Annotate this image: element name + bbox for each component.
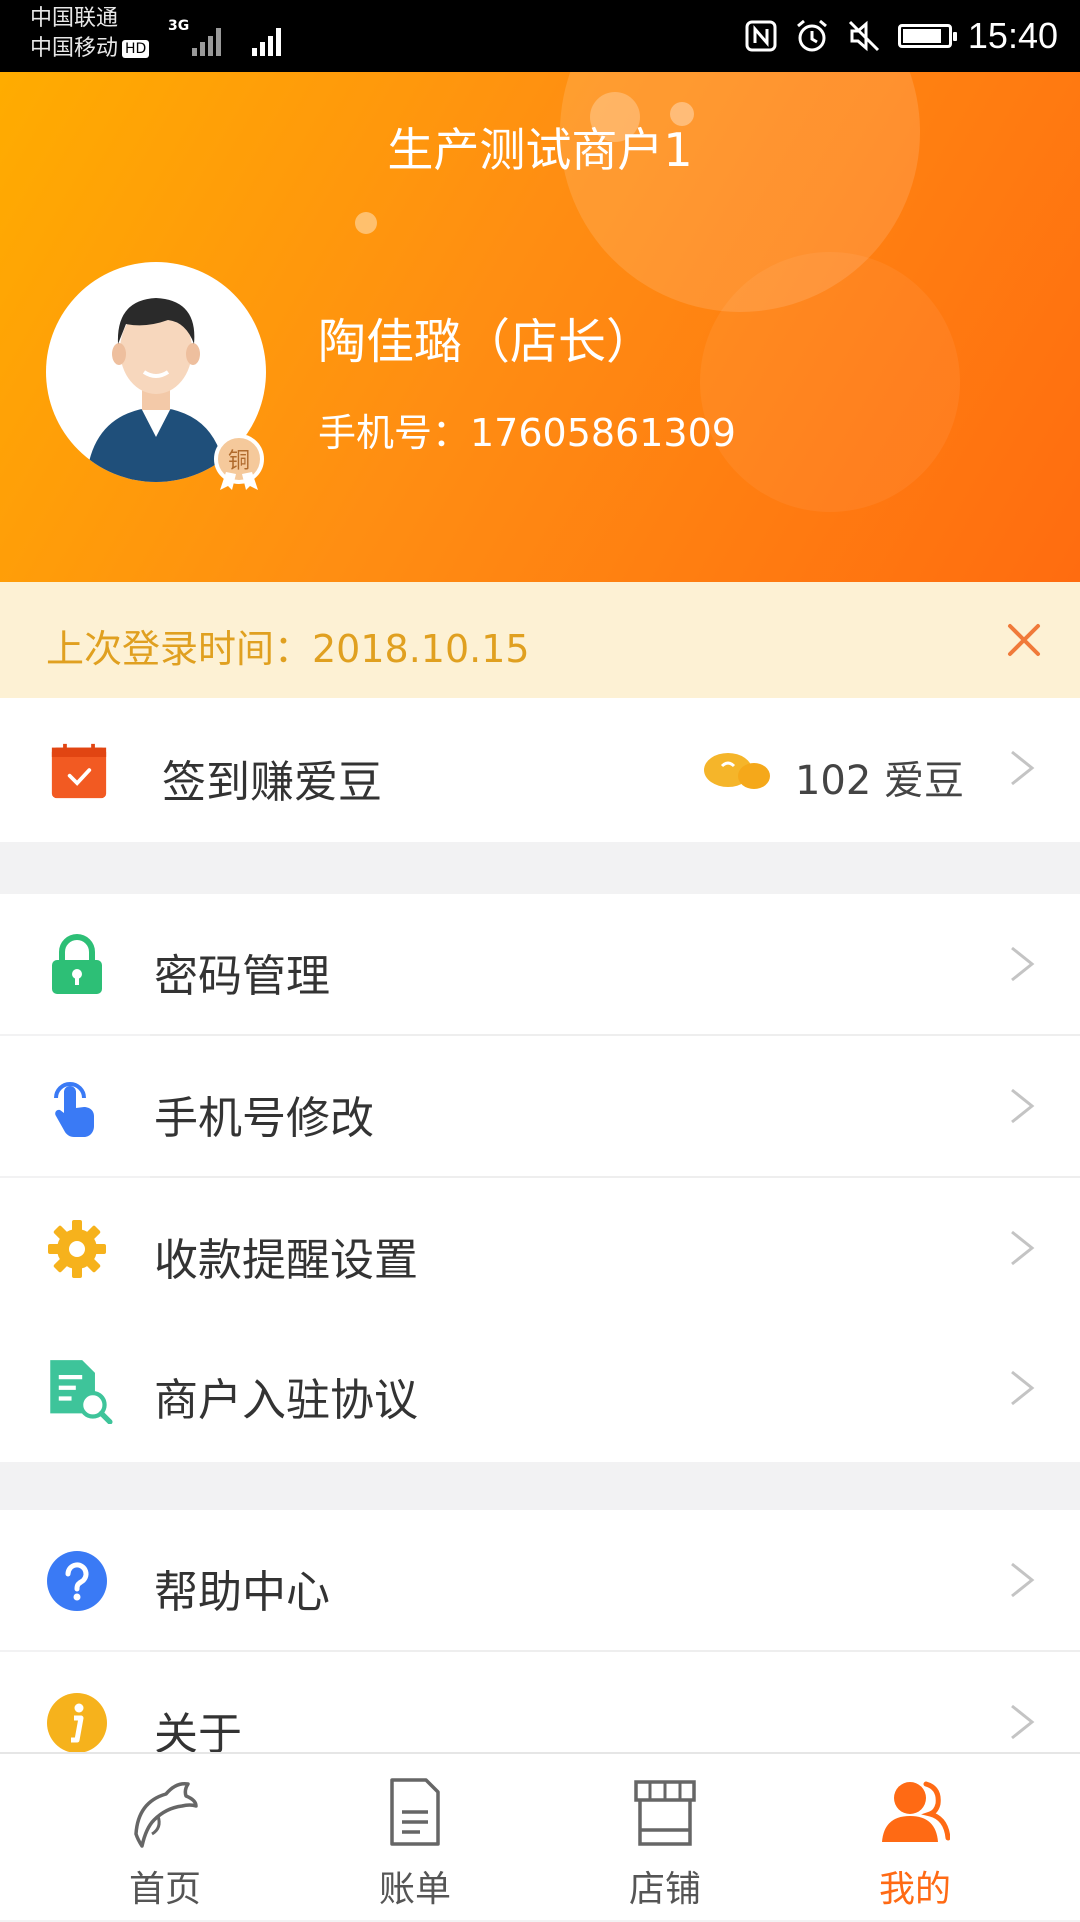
clock: 15:40 bbox=[967, 15, 1058, 56]
tab-label: 店铺 bbox=[628, 1869, 701, 1910]
ribbon-icon bbox=[220, 472, 258, 490]
chevron-right-icon bbox=[1011, 1088, 1035, 1124]
last-login-notice: 上次登录时间：2018.10.15 bbox=[0, 582, 1080, 698]
store-icon bbox=[634, 1780, 696, 1846]
menu-label: 密码管理 bbox=[154, 951, 330, 1002]
mute-icon bbox=[848, 20, 879, 52]
close-icon[interactable] bbox=[1004, 620, 1044, 660]
beans-count: 102 爱豆 bbox=[794, 758, 964, 804]
beans-icon bbox=[704, 753, 770, 789]
signal-icon-1: 3G bbox=[168, 16, 228, 56]
carrier-1: 中国联通 bbox=[30, 6, 119, 31]
menu-item-about[interactable]: 关于 bbox=[0, 1652, 1080, 1752]
menu-label: 关于 bbox=[154, 1709, 242, 1752]
nfc-icon bbox=[745, 20, 777, 52]
document-search-icon bbox=[50, 1360, 113, 1424]
signin-label: 签到赚爱豆 bbox=[162, 757, 382, 808]
user-phone: 手机号：17605861309 bbox=[318, 411, 736, 455]
menu-label: 手机号修改 bbox=[154, 1093, 374, 1144]
chevron-right-icon bbox=[1011, 1562, 1035, 1598]
users-icon bbox=[882, 1781, 950, 1842]
battery-icon bbox=[897, 24, 957, 48]
chevron-right-icon bbox=[1011, 750, 1035, 786]
menu-label: 帮助中心 bbox=[154, 1567, 330, 1618]
tab-label: 账单 bbox=[378, 1869, 451, 1910]
tab-bill[interactable]: 账单 bbox=[280, 1754, 550, 1922]
lock-icon bbox=[52, 934, 102, 994]
touch-hand-icon bbox=[54, 1082, 94, 1137]
menu-item-payment-reminder[interactable]: 收款提醒设置 bbox=[0, 1178, 1080, 1318]
carrier-info: 中国联通 中国移动 HD bbox=[30, 4, 150, 64]
menu-item-phone-change[interactable]: 手机号修改 bbox=[0, 1036, 1080, 1176]
dolphin-icon bbox=[134, 1781, 198, 1848]
menu-item-password[interactable]: 密码管理 bbox=[0, 894, 1080, 1034]
signin-row[interactable]: 签到赚爱豆 102 爱豆 bbox=[0, 698, 1080, 842]
tab-store[interactable]: 店铺 bbox=[530, 1754, 800, 1922]
menu-item-merchant-agreement[interactable]: 商户入驻协议 bbox=[0, 1318, 1080, 1462]
tab-home[interactable]: 首页 bbox=[30, 1754, 300, 1922]
info-icon bbox=[47, 1693, 107, 1752]
chevron-right-icon bbox=[1011, 1704, 1035, 1740]
merchant-title: 生产测试商户1 bbox=[387, 123, 693, 177]
signal-icon-2 bbox=[232, 16, 292, 56]
tab-label: 我的 bbox=[878, 1869, 951, 1910]
bottom-tab-bar: 首页 账单 店铺 我的 bbox=[0, 1752, 1080, 1920]
alarm-icon bbox=[796, 19, 827, 52]
bill-icon bbox=[390, 1778, 440, 1846]
menu-label: 收款提醒设置 bbox=[154, 1235, 418, 1286]
status-bar: 中国联通 中国移动 HD 3G 15:40 bbox=[0, 0, 1080, 72]
menu-item-help-center[interactable]: 帮助中心 bbox=[0, 1510, 1080, 1650]
profile-header: 生产测试商户1 铜 陶佳璐（店长） 手机号：17605861309 bbox=[0, 72, 1080, 582]
chevron-right-icon bbox=[1011, 946, 1035, 982]
carrier-2: 中国移动 HD bbox=[30, 34, 150, 64]
status-icons: 15:40 bbox=[744, 14, 1058, 58]
chevron-right-icon bbox=[1011, 1230, 1035, 1266]
gear-icon bbox=[48, 1220, 106, 1278]
chevron-right-icon bbox=[1011, 1370, 1035, 1406]
last-login-text: 上次登录时间：2018.10.15 bbox=[46, 627, 530, 671]
tab-label: 首页 bbox=[128, 1869, 201, 1910]
question-icon bbox=[47, 1551, 107, 1611]
user-name: 陶佳璐（店长） bbox=[318, 314, 655, 370]
tab-mine[interactable]: 我的 bbox=[780, 1754, 1050, 1922]
calendar-check-icon bbox=[51, 743, 107, 799]
menu-label: 商户入驻协议 bbox=[154, 1375, 418, 1426]
hd-badge: HD bbox=[122, 40, 150, 58]
